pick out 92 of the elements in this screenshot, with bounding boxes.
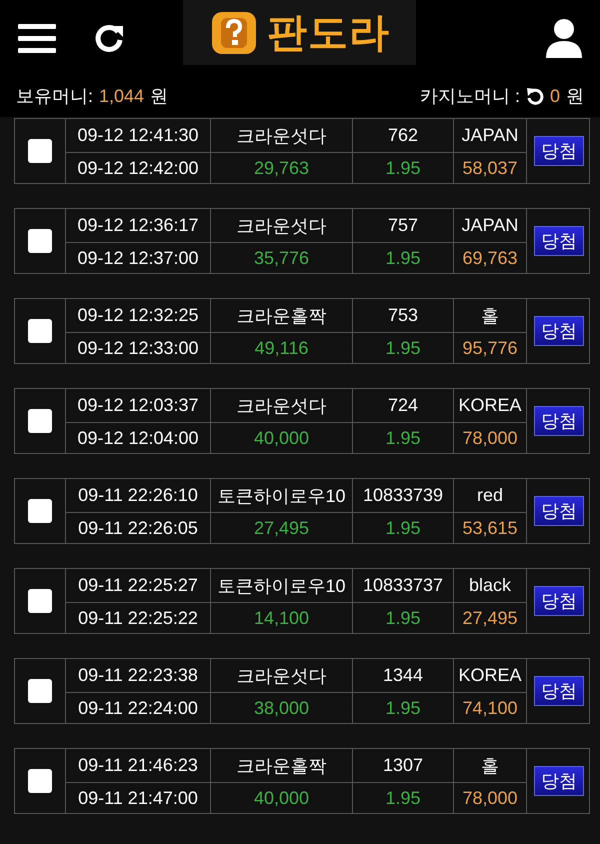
odds: 1.95 xyxy=(353,603,454,633)
bet-time: 09-12 12:32:25 xyxy=(66,299,211,333)
odds: 1.95 xyxy=(353,153,454,183)
bet-time: 09-11 22:25:27 xyxy=(66,569,211,603)
bet-pick: KOREA xyxy=(454,659,527,693)
odds: 1.95 xyxy=(353,333,454,363)
payout-amount: 69,763 xyxy=(454,243,527,273)
menu-icon[interactable] xyxy=(18,22,56,54)
odds: 1.95 xyxy=(353,783,454,813)
bet-pick: black xyxy=(454,569,527,603)
odds: 1.95 xyxy=(353,243,454,273)
bet-pick: JAPAN xyxy=(454,119,527,153)
result-time: 09-12 12:33:00 xyxy=(66,333,211,363)
checkbox[interactable] xyxy=(28,499,52,523)
checkbox[interactable] xyxy=(28,409,52,433)
currency-unit: 원 xyxy=(150,85,168,108)
bet-time: 09-11 21:46:23 xyxy=(66,749,211,783)
bet-amount: 49,116 xyxy=(211,333,353,363)
game-name: 크라운섯다 xyxy=(211,659,353,693)
bet-amount: 38,000 xyxy=(211,693,353,723)
result-time: 09-12 12:37:00 xyxy=(66,243,211,273)
win-button[interactable]: 당첨 xyxy=(534,136,584,166)
win-button[interactable]: 당첨 xyxy=(534,406,584,436)
payout-amount: 53,615 xyxy=(454,513,527,543)
bet-amount: 40,000 xyxy=(211,783,353,813)
currency-unit: 원 xyxy=(566,85,584,108)
bet-amount: 14,100 xyxy=(211,603,353,633)
round-number: 753 xyxy=(353,299,454,333)
odds: 1.95 xyxy=(353,513,454,543)
bet-time: 09-12 12:36:17 xyxy=(66,209,211,243)
casino-balance-label: 카지노머니 : xyxy=(420,85,520,108)
game-name: 토큰하이로우10 xyxy=(211,569,353,603)
checkbox[interactable] xyxy=(28,589,52,613)
checkbox[interactable] xyxy=(28,139,52,163)
bet-pick: red xyxy=(454,479,527,513)
balance-label: 보유머니: xyxy=(16,85,94,108)
odds: 1.95 xyxy=(353,423,454,453)
result-time: 09-12 12:42:00 xyxy=(66,153,211,183)
payout-amount: 78,000 xyxy=(454,423,527,453)
win-button[interactable]: 당첨 xyxy=(534,676,584,706)
bet-amount: 35,776 xyxy=(211,243,353,273)
result-time: 09-12 12:04:00 xyxy=(66,423,211,453)
user-icon[interactable] xyxy=(546,18,582,58)
game-name: 크라운홀짝 xyxy=(211,299,353,333)
win-button[interactable]: 당첨 xyxy=(534,586,584,616)
payout-amount: 95,776 xyxy=(454,333,527,363)
round-number: 10833739 xyxy=(353,479,454,513)
win-button[interactable]: 당첨 xyxy=(534,496,584,526)
game-name: 크라운홀짝 xyxy=(211,749,353,783)
refresh-icon[interactable] xyxy=(526,87,544,105)
game-name: 크라운섯다 xyxy=(211,119,353,153)
bet-pick: KOREA xyxy=(454,389,527,423)
round-number: 762 xyxy=(353,119,454,153)
bet-amount: 27,495 xyxy=(211,513,353,543)
game-name: 크라운섯다 xyxy=(211,389,353,423)
odds: 1.95 xyxy=(353,693,454,723)
result-time: 09-11 22:26:05 xyxy=(66,513,211,543)
result-time: 09-11 22:25:22 xyxy=(66,603,211,633)
win-button[interactable]: 당첨 xyxy=(534,226,584,256)
checkbox[interactable] xyxy=(28,769,52,793)
bet-pick: 홀 xyxy=(454,299,527,333)
bet-time: 09-11 22:23:38 xyxy=(66,659,211,693)
payout-amount: 74,100 xyxy=(454,693,527,723)
checkbox[interactable] xyxy=(28,229,52,253)
round-number: 757 xyxy=(353,209,454,243)
game-name: 크라운섯다 xyxy=(211,209,353,243)
bet-amount: 40,000 xyxy=(211,423,353,453)
bet-pick: JAPAN xyxy=(454,209,527,243)
refresh-icon[interactable] xyxy=(94,22,124,52)
checkbox[interactable] xyxy=(28,679,52,703)
result-time: 09-11 21:47:00 xyxy=(66,783,211,813)
bet-time: 09-12 12:41:30 xyxy=(66,119,211,153)
checkbox[interactable] xyxy=(28,319,52,343)
win-button[interactable]: 당첨 xyxy=(534,316,584,346)
bet-pick: 홀 xyxy=(454,749,527,783)
result-time: 09-11 22:24:00 xyxy=(66,693,211,723)
win-button[interactable]: 당첨 xyxy=(534,766,584,796)
payout-amount: 78,000 xyxy=(454,783,527,813)
game-name: 토큰하이로우10 xyxy=(211,479,353,513)
round-number: 10833737 xyxy=(353,569,454,603)
round-number: 1344 xyxy=(353,659,454,693)
bet-amount: 29,763 xyxy=(211,153,353,183)
logo-text: 판도라 xyxy=(267,10,390,57)
round-number: 724 xyxy=(353,389,454,423)
round-number: 1307 xyxy=(353,749,454,783)
payout-amount: 58,037 xyxy=(454,153,527,183)
balance-amount: 1,044 xyxy=(99,86,144,106)
bet-time: 09-11 22:26:10 xyxy=(66,479,211,513)
casino-balance-amount: 0 xyxy=(550,86,560,106)
payout-amount: 27,495 xyxy=(454,603,527,633)
bet-time: 09-12 12:03:37 xyxy=(66,389,211,423)
logo[interactable]: 판도라 xyxy=(183,0,416,65)
